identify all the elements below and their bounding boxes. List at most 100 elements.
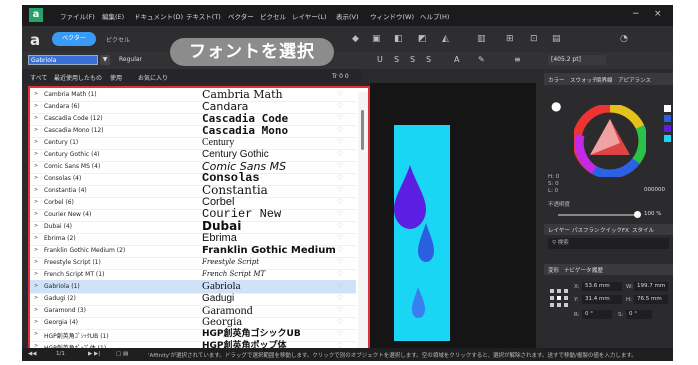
close-button[interactable]: × (654, 9, 662, 19)
expand-chevron-icon[interactable]: > (34, 271, 38, 277)
expand-chevron-icon[interactable]: > (34, 331, 38, 337)
expand-chevron-icon[interactable]: > (34, 223, 38, 229)
expand-chevron-icon[interactable]: > (34, 175, 38, 181)
highlight-icon[interactable]: ✎ (478, 55, 485, 64)
expand-chevron-icon[interactable]: > (34, 295, 38, 301)
opacity-slider[interactable] (558, 214, 638, 216)
text-color-icon[interactable]: A (454, 55, 459, 64)
expand-chevron-icon[interactable]: > (34, 259, 38, 265)
favorite-heart-icon[interactable]: ♡ (337, 306, 343, 314)
boolean-add-icon[interactable]: ◧ (394, 34, 403, 44)
expand-chevron-icon[interactable]: > (34, 139, 38, 145)
font-style-select[interactable]: Regular (119, 56, 142, 63)
underline-icon[interactable]: U (377, 55, 383, 64)
tab-brushes[interactable]: パスフラン (572, 226, 600, 234)
tab-styles[interactable]: スタイル (632, 226, 654, 234)
favorite-heart-icon[interactable]: ♡ (337, 270, 343, 278)
expand-chevron-icon[interactable]: > (34, 235, 38, 241)
small-drop[interactable] (412, 287, 425, 318)
opacity-slider-knob[interactable] (634, 211, 641, 218)
medium-drop[interactable] (418, 223, 434, 262)
anchor-grid-icon[interactable] (550, 289, 568, 307)
menu-layer[interactable]: レイヤー(L) (292, 11, 327, 21)
preview-tools[interactable]: Tr 0 0 (332, 73, 349, 80)
tab-appearance[interactable]: アピアランス (618, 76, 651, 84)
menu-edit[interactable]: 編集(E) (102, 11, 124, 21)
favorite-heart-icon[interactable]: ♡ (337, 90, 343, 98)
favorite-heart-icon[interactable]: ♡ (337, 330, 343, 338)
swatch-cyan[interactable] (664, 135, 671, 142)
paragraph-align-icon[interactable]: ≡ (514, 55, 521, 64)
strikethrough-icon[interactable]: S (394, 55, 399, 64)
raindrop-artwork[interactable] (394, 125, 450, 341)
favorite-heart-icon[interactable]: ♡ (337, 318, 343, 326)
w-field[interactable]: 199.7 mm (634, 282, 668, 291)
flip-icon[interactable]: ◭ (442, 34, 449, 44)
menu-file[interactable]: ファイル(F) (60, 11, 95, 21)
tab-quick-fx[interactable]: クイックFX (600, 226, 629, 234)
favorite-heart-icon[interactable]: ♡ (337, 138, 343, 146)
h-field[interactable]: 76.5 mm (634, 295, 668, 304)
expand-chevron-icon[interactable]: > (34, 283, 38, 289)
tab-swatches[interactable]: スウォッチ (570, 76, 598, 84)
favorite-heart-icon[interactable]: ♡ (337, 114, 343, 122)
swatch-white[interactable] (664, 105, 671, 112)
swatch-blue[interactable] (664, 115, 671, 122)
opacity-value[interactable]: 100 % (644, 211, 661, 217)
next-page-icon[interactable]: ▶ ▶| (88, 351, 100, 357)
scrollbar[interactable] (358, 92, 368, 354)
font-size-field[interactable]: [405.2 pt] (548, 55, 606, 65)
expand-chevron-icon[interactable]: > (34, 127, 38, 133)
favorite-heart-icon[interactable]: ♡ (337, 234, 343, 242)
tab-history[interactable]: 履歴 (592, 266, 603, 274)
tab-stroke[interactable]: 境界線 (596, 76, 613, 84)
favorite-heart-icon[interactable]: ♡ (337, 258, 343, 266)
expand-chevron-icon[interactable]: > (34, 187, 38, 193)
favorite-heart-icon[interactable]: ♡ (337, 150, 343, 158)
swatch-purple[interactable] (664, 125, 671, 132)
first-page-icon[interactable]: ◀◀ (28, 351, 36, 357)
expand-chevron-icon[interactable]: > (34, 307, 38, 313)
filter-favorites[interactable]: お気に入り (138, 73, 168, 82)
expand-chevron-icon[interactable]: > (34, 247, 38, 253)
favorite-heart-icon[interactable]: ♡ (337, 210, 343, 218)
favorite-heart-icon[interactable]: ♡ (337, 174, 343, 182)
favorite-heart-icon[interactable]: ♡ (337, 102, 343, 110)
favorite-heart-icon[interactable]: ♡ (337, 186, 343, 194)
snapping-icon[interactable]: ⊞ (506, 34, 514, 44)
shear-field[interactable]: 0 ° (626, 310, 652, 319)
menu-text[interactable]: テキスト(T) (186, 11, 221, 21)
expand-chevron-icon[interactable]: > (34, 115, 38, 121)
vector-persona-button[interactable]: ベクター (52, 32, 96, 46)
align-icon[interactable]: ▥ (477, 34, 486, 44)
expand-chevron-icon[interactable]: > (34, 211, 38, 217)
filter-recent[interactable]: 最近使用したもの (54, 73, 102, 82)
boolean-icon[interactable]: ▣ (372, 34, 381, 44)
minimize-button[interactable]: − (632, 9, 640, 19)
assistant-icon[interactable]: ◔ (620, 34, 628, 44)
tab-navigator[interactable]: ナビゲータ (564, 266, 592, 274)
favorite-heart-icon[interactable]: ♡ (337, 294, 343, 302)
view-icon[interactable]: ▤ (552, 34, 561, 44)
chevron-down-icon[interactable]: ▼ (100, 55, 110, 65)
filter-all[interactable]: すべて (30, 73, 47, 82)
menu-window[interactable]: ウィンドウ(W) (370, 11, 414, 21)
large-drop[interactable] (394, 165, 426, 229)
tab-transform[interactable]: 変形 (548, 266, 559, 274)
grid-icon[interactable]: ⊡ (530, 34, 538, 44)
menu-document[interactable]: ドキュメント(D) (134, 11, 183, 21)
tab-layers[interactable]: レイヤー (548, 226, 570, 234)
x-field[interactable]: 53.6 mm (582, 282, 622, 291)
arrange-icon[interactable]: ◆ (352, 34, 359, 44)
boolean-subtract-icon[interactable]: ◩ (418, 34, 427, 44)
search-input[interactable]: ⚲ 検索 (548, 238, 669, 249)
favorite-heart-icon[interactable]: ♡ (337, 282, 343, 290)
menu-pixel[interactable]: ピクセル (260, 11, 286, 21)
color-wheel[interactable] (574, 105, 646, 177)
favorite-heart-icon[interactable]: ♡ (337, 126, 343, 134)
expand-chevron-icon[interactable]: > (34, 163, 38, 169)
favorite-heart-icon[interactable]: ♡ (337, 162, 343, 170)
subscript-icon[interactable]: S (426, 55, 431, 64)
expand-chevron-icon[interactable]: > (34, 319, 38, 325)
page-view-icon[interactable]: ▢ ▤ (116, 351, 128, 357)
